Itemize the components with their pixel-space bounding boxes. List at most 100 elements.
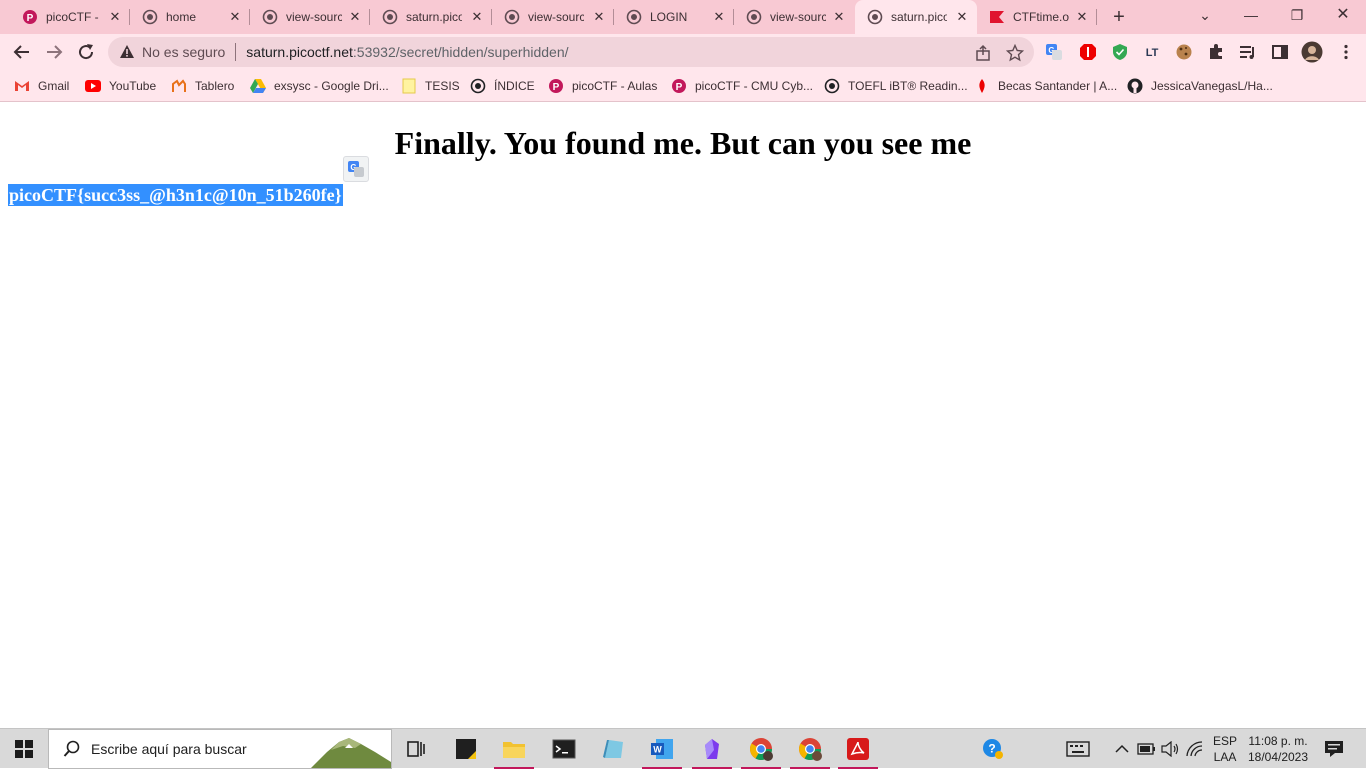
globe-icon (504, 9, 520, 25)
input-language-indicator[interactable]: ESP LAA (1206, 733, 1244, 765)
close-tab-icon[interactable]: ✕ (470, 10, 484, 24)
media-control-icon[interactable] (1238, 42, 1258, 62)
keyboard-touch-icon[interactable] (1064, 729, 1092, 769)
gmail-icon (14, 78, 30, 94)
tab-strip: P picoCTF - picoGym ✕ home ✕ view-source… (0, 0, 1366, 34)
tab-saturn[interactable]: saturn.picoctf ✕ (370, 0, 492, 34)
bookmarks-bar: Gmail YouTube Tablero exsysc - Google Dr… (0, 70, 1366, 102)
reload-button[interactable] (73, 39, 99, 65)
bookmark-star-icon[interactable] (1006, 44, 1024, 62)
globe-icon (626, 9, 642, 25)
forward-arrow-icon (47, 45, 63, 59)
languagetool-icon[interactable]: LT (1142, 42, 1162, 62)
side-panel-icon[interactable] (1270, 42, 1290, 62)
tab-ctftime[interactable]: CTFtime.org ✕ (977, 0, 1097, 34)
extensions-puzzle-icon[interactable] (1206, 42, 1226, 62)
notification-center-icon[interactable] (1320, 729, 1348, 769)
wifi-icon[interactable] (1184, 729, 1206, 769)
address-bar[interactable]: No es seguro saturn.picoctf.net:53932/se… (108, 37, 1034, 67)
bookmark-santander[interactable]: Becas Santander | A... (974, 76, 1117, 96)
help-icon[interactable]: ? (980, 729, 1006, 769)
globe-icon (470, 78, 486, 94)
back-button[interactable] (9, 39, 35, 65)
minimize-button[interactable]: — (1228, 0, 1274, 30)
bookmark-tablero[interactable]: Tablero (171, 76, 234, 96)
ctftime-icon (989, 9, 1005, 25)
picoctf-icon: P (22, 9, 38, 25)
close-tab-icon[interactable]: ✕ (712, 10, 726, 24)
taskbar-app-acrobat[interactable] (834, 729, 882, 769)
svg-text:?: ? (988, 742, 995, 756)
taskbar-app-word[interactable]: W (638, 729, 686, 769)
battery-icon[interactable] (1136, 729, 1158, 769)
close-tab-icon[interactable]: ✕ (832, 10, 846, 24)
share-icon[interactable] (974, 44, 992, 62)
taskbar-clock[interactable]: 11:08 p. m. 18/04/2023 (1244, 733, 1312, 765)
task-view-icon (407, 741, 425, 757)
url-host: saturn.picoctf.net (246, 44, 353, 60)
globe-icon (867, 9, 883, 25)
svg-text:W: W (653, 745, 662, 755)
new-tab-button[interactable]: + (1107, 5, 1131, 29)
close-tab-icon[interactable]: ✕ (955, 10, 969, 24)
folder-icon (503, 742, 525, 758)
taskbar-search-box[interactable]: Escribe aquí para buscar (48, 729, 392, 769)
tab-view-source[interactable]: view-source ✕ (734, 0, 854, 34)
tab-search-chevron-icon[interactable]: ⌄ (1182, 0, 1228, 30)
bookmark-toefl[interactable]: TOEFL iBT® Readin... (824, 76, 968, 96)
shield-icon[interactable] (1110, 42, 1130, 62)
bookmark-picoctf-aulas[interactable]: P picoCTF - Aulas (548, 76, 657, 96)
bookmark-gmail[interactable]: Gmail (14, 76, 69, 96)
tab-home[interactable]: home ✕ (130, 0, 250, 34)
notes-app-icon (603, 740, 623, 758)
taskbar-app-obsidian[interactable] (688, 729, 736, 769)
cookie-icon[interactable] (1174, 42, 1194, 62)
taskbar-app-chrome-profile-2[interactable] (786, 729, 834, 769)
tab-login[interactable]: LOGIN ✕ (614, 0, 734, 34)
google-translate-icon[interactable]: G (1044, 42, 1064, 62)
task-view-button[interactable] (392, 729, 440, 769)
flag-text-selected[interactable]: picoCTF{succ3ss_@h3n1c@10n_51b260fe} (8, 184, 343, 206)
kebab-menu-icon[interactable] (1336, 42, 1356, 62)
close-tab-icon[interactable]: ✕ (348, 10, 362, 24)
tab-picoctf[interactable]: P picoCTF - picoGym ✕ (10, 0, 130, 34)
windows-taskbar: Escribe aquí para buscar W ? ESP LAA 11:… (0, 728, 1366, 769)
bookmark-picoctf-cmu[interactable]: P picoCTF - CMU Cyb... (671, 76, 813, 96)
volume-icon[interactable] (1160, 729, 1182, 769)
tablero-icon (171, 78, 187, 94)
svg-text:LT: LT (1146, 47, 1159, 59)
folder-icon (401, 78, 417, 94)
warning-triangle-icon[interactable] (118, 43, 136, 61)
start-button[interactable] (0, 729, 48, 769)
back-arrow-icon (13, 45, 29, 59)
show-hidden-icons-chevron-icon[interactable] (1112, 729, 1132, 769)
globe-icon (382, 9, 398, 25)
tab-view-source[interactable]: view-source ✕ (492, 0, 614, 34)
bookmark-youtube[interactable]: YouTube (85, 76, 156, 96)
tab-view-source[interactable]: view-source ✕ (250, 0, 370, 34)
close-window-button[interactable]: ✕ (1320, 0, 1366, 30)
bookmark-tesis[interactable]: TESIS (401, 76, 460, 96)
security-label[interactable]: No es seguro (142, 44, 225, 60)
taskbar-app-file-explorer[interactable] (490, 729, 538, 769)
restore-button[interactable]: ❐ (1274, 0, 1320, 30)
acrobat-icon (847, 738, 869, 760)
close-tab-icon[interactable]: ✕ (592, 10, 606, 24)
bookmark-google-drive[interactable]: exsysc - Google Dri... (250, 76, 389, 96)
taskbar-app-terminal[interactable] (540, 729, 588, 769)
taskbar-app-chrome-profile-1[interactable] (737, 729, 785, 769)
bookmark-github[interactable]: JessicaVanegasL/Ha... (1127, 76, 1273, 96)
search-highlight-hill-icon (311, 738, 391, 768)
profile-avatar[interactable] (1301, 41, 1323, 63)
close-tab-icon[interactable]: ✕ (1075, 10, 1089, 24)
adblock-icon[interactable] (1078, 42, 1098, 62)
url-path: :53932/secret/hidden/superhidden/ (352, 44, 569, 60)
taskbar-app-sticky-notes[interactable] (442, 729, 490, 769)
bookmark-indice[interactable]: ÍNDICE (470, 76, 535, 96)
close-tab-icon[interactable]: ✕ (228, 10, 242, 24)
forward-button[interactable] (41, 39, 67, 65)
tab-saturn-active[interactable]: saturn.picoctf ✕ (855, 0, 977, 34)
translate-selection-button[interactable]: G (343, 156, 369, 182)
close-tab-icon[interactable]: ✕ (108, 10, 122, 24)
taskbar-app-notes[interactable] (589, 729, 637, 769)
